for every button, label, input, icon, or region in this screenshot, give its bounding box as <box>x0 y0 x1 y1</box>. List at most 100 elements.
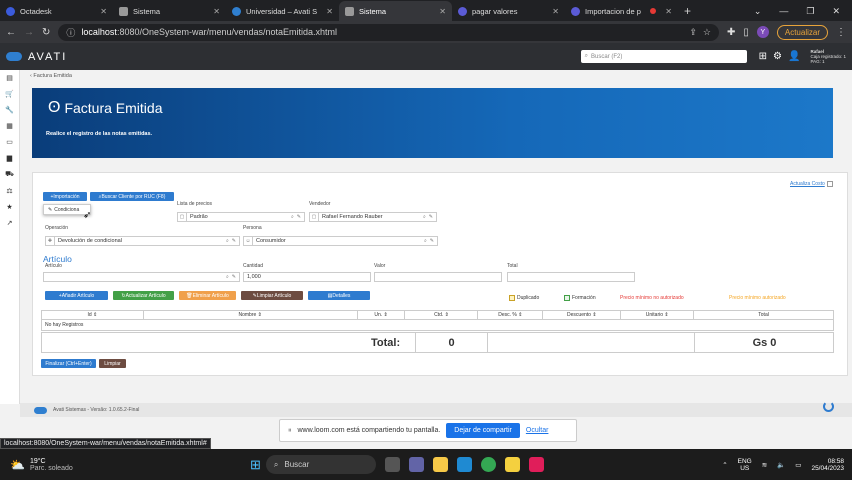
search-icon[interactable]: ⌕ <box>291 214 294 220</box>
chart-icon[interactable]: ↗ <box>7 219 13 227</box>
update-browser-button[interactable]: Actualizar <box>776 24 828 40</box>
value-field[interactable] <box>374 272 502 282</box>
windows-start-icon[interactable]: ⊞ <box>250 457 261 473</box>
chevron-up-icon[interactable]: ⌃ <box>722 461 727 469</box>
tab-pagar-valores[interactable]: pagar valores ✕ <box>452 1 565 21</box>
gear-icon[interactable]: ⚙ <box>773 51 782 62</box>
close-icon[interactable]: ✕ <box>213 7 220 16</box>
close-icon[interactable]: ✕ <box>665 7 672 16</box>
teams-icon[interactable] <box>408 457 424 472</box>
cart-icon[interactable]: 🛒 <box>5 90 14 98</box>
chevron-left-icon[interactable]: ‹ <box>30 73 32 79</box>
edit-icon[interactable]: ✎ <box>430 238 434 244</box>
minimize-icon[interactable]: — <box>779 6 788 16</box>
clean-article-button[interactable]: ✎ Limpiar Artículo <box>241 291 303 300</box>
battery-icon[interactable]: ▭ <box>795 461 801 469</box>
document-icon[interactable]: ▤ <box>6 74 13 82</box>
chrome-icon[interactable] <box>480 457 496 472</box>
col-qty[interactable]: Ctd. ⇕ <box>404 310 479 320</box>
search-icon[interactable]: ⌕ <box>424 238 427 244</box>
tab-sistema-1[interactable]: Sistema ✕ <box>113 1 226 21</box>
star-icon[interactable]: ★ <box>6 203 12 211</box>
hide-link[interactable]: Ocultar <box>526 427 549 434</box>
avatar[interactable]: Y <box>756 26 769 38</box>
edit-icon[interactable]: ✎ <box>429 214 433 220</box>
edit-icon[interactable]: ✎ <box>232 238 236 244</box>
share-icon[interactable]: ⇪ <box>689 27 697 38</box>
new-tab-button[interactable]: + <box>678 1 697 21</box>
search-icon[interactable]: ⌕ <box>423 214 426 220</box>
chevron-down-icon[interactable]: ⌄ <box>754 6 762 17</box>
quantity-field[interactable]: 1,000 <box>243 272 371 282</box>
col-total[interactable]: Total <box>693 310 834 320</box>
taskview-icon[interactable] <box>384 457 400 472</box>
col-disc-pct[interactable]: Desc. % ⇕ <box>477 310 544 320</box>
total-caption: Total: <box>371 337 401 349</box>
edit-icon[interactable]: ✎ <box>232 274 236 280</box>
info-icon[interactable]: ⓘ <box>66 26 75 39</box>
stop-sharing-button[interactable]: Dejar de compartir <box>446 423 520 438</box>
clean-button[interactable]: Limpiar <box>99 359 126 368</box>
app-logo[interactable]: AVATI <box>6 51 67 63</box>
slack-icon[interactable] <box>528 457 544 472</box>
scale-icon[interactable]: ⚖ <box>6 187 12 195</box>
add-icon[interactable]: ⊞ <box>759 51 767 62</box>
forward-icon[interactable]: → <box>24 27 34 38</box>
edge-icon[interactable] <box>456 457 472 472</box>
maximize-icon[interactable]: ❐ <box>806 6 814 17</box>
speaker-icon[interactable]: 🔈 <box>777 461 785 469</box>
col-unit[interactable]: Un. ⇕ <box>356 310 406 320</box>
person-field[interactable]: ☺ Consumidor ⌕ ✎ <box>243 236 438 246</box>
col-name[interactable]: Nombre ⇕ <box>142 310 358 320</box>
close-icon[interactable]: ✕ <box>552 7 559 16</box>
article-field[interactable]: ⌕ ✎ <box>43 272 240 282</box>
back-icon[interactable]: ← <box>6 27 16 38</box>
close-icon[interactable]: ✕ <box>100 7 107 16</box>
add-article-button[interactable]: + Añadir Artículo <box>45 291 108 300</box>
truck-icon[interactable]: ⛟ <box>5 170 14 179</box>
tab-importacion[interactable]: Importacion de p ✕ <box>565 1 678 21</box>
weather-widget[interactable]: ⛅ 19°C Parc. soleado <box>0 458 250 472</box>
col-discount[interactable]: Descuento ⇕ <box>542 310 622 320</box>
sidepanel-icon[interactable]: ▯ <box>743 27 749 38</box>
boxes-icon[interactable]: ▦ <box>6 122 13 130</box>
details-button[interactable]: ▤ Detalles <box>308 291 370 300</box>
taskbar-search[interactable]: ⌕ Buscar <box>265 455 376 474</box>
edit-icon[interactable]: ✎ <box>297 214 301 220</box>
explorer-icon[interactable] <box>432 457 448 472</box>
col-id[interactable]: Id ⇕ <box>41 310 144 320</box>
tab-universidad[interactable]: Universidad – Avati S ✕ <box>226 1 339 21</box>
close-icon[interactable]: ✕ <box>439 7 446 16</box>
seller-field[interactable]: ▢ Rafael Fernando Rauber ⌕ ✎ <box>309 212 437 222</box>
add-icon: ✚ <box>46 237 55 245</box>
import-button[interactable]: + Importación <box>43 192 87 201</box>
update-cost-checkbox[interactable]: Actualiza Costo <box>790 181 833 187</box>
building-icon[interactable]: ▆ <box>7 154 12 162</box>
update-article-button[interactable]: ↻ Actualizar Artículo <box>113 291 174 300</box>
wifi-icon[interactable]: ≋ <box>762 461 767 469</box>
total-field[interactable] <box>507 272 635 282</box>
price-list-field[interactable]: ▢ Padrão ⌕ ✎ <box>177 212 305 222</box>
operation-field[interactable]: ✚ Devolución de condicional ⌕ ✎ <box>45 236 240 246</box>
search-icon[interactable]: ⌕ <box>226 238 229 244</box>
extensions-icon[interactable]: ✚ <box>727 27 735 38</box>
search-icon[interactable]: ⌕ <box>226 274 229 280</box>
tab-sistema-active[interactable]: Sistema ✕ <box>339 1 452 21</box>
reload-icon[interactable]: ↻ <box>42 27 50 38</box>
tab-octadesk[interactable]: Octadesk ✕ <box>0 1 113 21</box>
search-input[interactable]: ⌕ Buscar (F2) <box>580 50 747 63</box>
star-icon[interactable]: ☆ <box>703 27 711 38</box>
wrench-icon[interactable]: 🔧 <box>5 106 14 114</box>
close-icon[interactable]: ✕ <box>326 7 333 16</box>
url-field[interactable]: ⓘ localhost:8080/OneSystem-war/menu/vend… <box>58 23 719 41</box>
close-window-icon[interactable]: ✕ <box>832 6 840 17</box>
menu-icon[interactable]: ⋮ <box>836 27 846 38</box>
gear-icon <box>571 6 580 16</box>
remove-article-button[interactable]: 🗑 Eliminar Artículo <box>179 291 236 300</box>
finalize-button[interactable]: Finalizar (Ctrl+Enter) <box>41 359 96 368</box>
money-icon[interactable]: ▭ <box>6 138 13 146</box>
search-client-button[interactable]: ⌕ Buscar Cliente por RUC (F8) <box>90 192 174 201</box>
user-icon[interactable]: 👤 <box>788 51 800 62</box>
col-unit-price[interactable]: Unitario ⇕ <box>620 310 695 320</box>
notes-icon[interactable] <box>504 457 520 472</box>
